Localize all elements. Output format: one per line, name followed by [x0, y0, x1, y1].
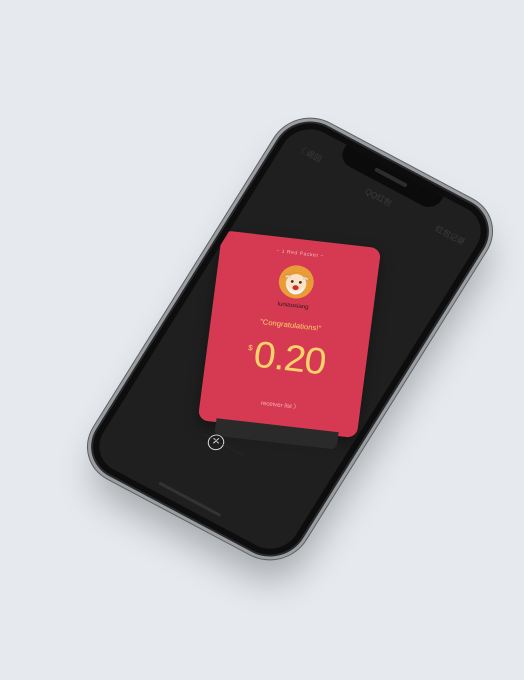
currency-symbol: $ [247, 343, 254, 353]
top-nav-bar: 〈 返回 QQ红包 红包记录 [278, 135, 482, 256]
card-subtitle: ~ 1 Red Packet ~ [275, 248, 325, 260]
avatar [278, 265, 314, 299]
card-shadow [214, 418, 339, 450]
home-indicator [158, 481, 222, 517]
red-packet-card: ~ 1 Red Packet ~ luniaoxiang "Congratula… [197, 230, 382, 450]
phone-screen: 〈 返回 QQ红包 红包记录 ~ 1 Red Packet ~ luniaoxi… [88, 119, 492, 559]
record-link[interactable]: 红包记录 [433, 223, 467, 247]
amount-display: $0.20 [204, 329, 368, 389]
stage: 〈 返回 QQ红包 红包记录 ~ 1 Red Packet ~ luniaoxi… [0, 0, 524, 680]
phone-frame: 〈 返回 QQ红包 红包记录 ~ 1 Red Packet ~ luniaoxi… [80, 111, 500, 567]
amount-value: 0.20 [251, 334, 328, 384]
receiver-list-link[interactable]: receiver list 〉 [200, 391, 360, 418]
